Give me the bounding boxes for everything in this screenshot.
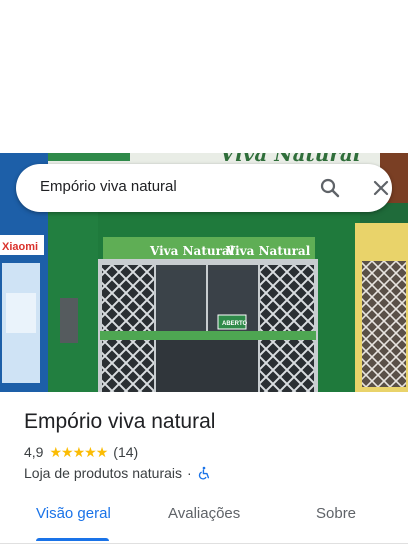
star-icon: ★ [95, 444, 109, 460]
separator: · [187, 465, 192, 481]
rating-value: 4,9 [24, 444, 44, 460]
tab-bar: Visão geral Avaliações Sobre [0, 492, 408, 544]
active-tab-indicator [36, 538, 109, 541]
tab-avaliacoes[interactable]: Avaliações [168, 505, 240, 522]
star-icon: ★ [61, 444, 74, 460]
close-icon[interactable] [369, 176, 393, 200]
rating-row[interactable]: 4,9 ★ ★ ★ ★ ★ (14) [24, 444, 138, 460]
wheelchair-accessible-icon [197, 466, 211, 480]
star-icon: ★ [72, 444, 86, 460]
store-sign-left: Viva Natural [149, 244, 235, 258]
star-rating: ★ ★ ★ ★ ★ [49, 444, 109, 460]
place-title: Empório viva natural [24, 410, 216, 433]
star-icon: ★ [49, 444, 62, 460]
place-category: Loja de produtos naturais [24, 465, 182, 481]
star-icon: ★ [84, 444, 97, 460]
search-bar[interactable]: Empório viva natural [16, 164, 392, 212]
search-input[interactable]: Empório viva natural [40, 178, 177, 195]
tab-sobre[interactable]: Sobre [316, 505, 356, 522]
category-row: Loja de produtos naturais · [24, 465, 211, 481]
neighbor-sign-text: Xiaomi [2, 241, 38, 253]
store-sign-right: Viva Natural [225, 244, 311, 258]
tab-visao-geral[interactable]: Visão geral [36, 505, 111, 522]
open-sign-text: ABERTO [222, 321, 248, 327]
search-icon[interactable] [318, 176, 342, 200]
review-count[interactable]: (14) [113, 444, 138, 460]
